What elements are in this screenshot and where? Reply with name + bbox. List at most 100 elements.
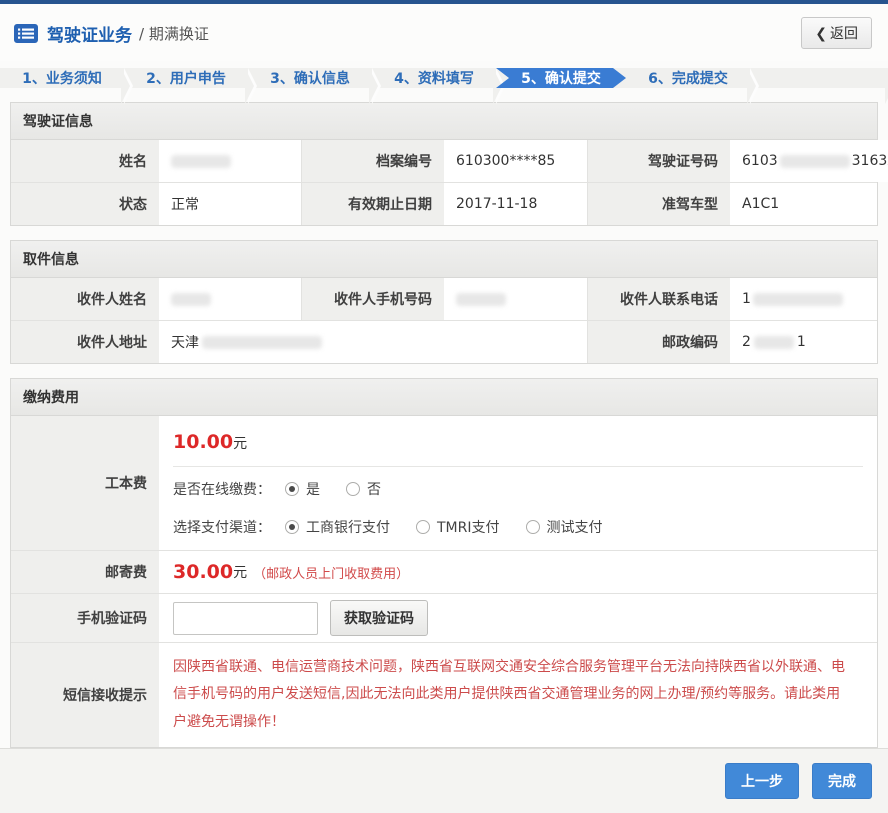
radio-icon — [346, 482, 360, 496]
step-tabs: 1、业务须知 2、用户申告 3、确认信息 4、资料填写 5、确认提交 6、完成提… — [0, 68, 888, 88]
table-row: 收件人地址 天津 邮政编码 2 1 — [11, 320, 877, 363]
recipient-phone-value: 1 — [730, 278, 877, 320]
postage-row: 邮寄费 30.00元 （邮政人员上门收取费用） — [11, 550, 877, 593]
radio-online-pay-yes[interactable]: 是 — [285, 479, 320, 499]
vehicle-class-label: 准驾车型 — [587, 183, 730, 225]
postcode-value: 2 1 — [730, 321, 877, 363]
recipient-mobile-value — [444, 278, 587, 320]
radio-channel-test[interactable]: 测试支付 — [526, 517, 603, 537]
postcode-suffix: 1 — [797, 334, 806, 350]
license-no-prefix: 6103 — [742, 153, 778, 169]
step-tab-2[interactable]: 2、用户申告 — [124, 68, 248, 88]
pay-channel-question: 选择支付渠道： — [173, 517, 271, 537]
redacted-postcode — [754, 336, 794, 349]
postage-label: 邮寄费 — [11, 551, 159, 593]
recipient-phone-label: 收件人联系电话 — [587, 278, 730, 320]
name-label: 姓名 — [11, 140, 159, 182]
fee-amount: 10.00 — [173, 431, 233, 453]
online-pay-question: 是否在线缴费： — [173, 479, 271, 499]
step-tabs-filler — [750, 68, 888, 88]
pickup-section-title: 取件信息 — [11, 241, 877, 278]
back-button[interactable]: ❮返回 — [801, 17, 872, 49]
captcha-label: 手机验证码 — [11, 594, 159, 642]
back-button-label: 返回 — [830, 26, 858, 42]
table-row: 状态 正常 有效期止日期 2017-11-18 准驾车型 A1C1 — [11, 182, 877, 225]
redacted-license-no — [780, 155, 850, 168]
redacted-recipient-mobile — [456, 293, 506, 306]
radio-online-pay-no[interactable]: 否 — [346, 479, 381, 499]
sms-tip-area: 因陕西省联通、电信运营商技术问题，陕西省互联网交通安全综合服务管理平台无法向持陕… — [159, 643, 877, 747]
address-prefix: 天津 — [171, 332, 199, 352]
sms-tip-text: 因陕西省联通、电信运营商技术问题，陕西省互联网交通安全综合服务管理平台无法向持陕… — [173, 643, 863, 747]
recipient-name-value — [159, 278, 301, 320]
status-value: 正常 — [159, 183, 301, 225]
step-tab-5-active[interactable]: 5、确认提交 — [496, 68, 626, 88]
fee-row: 工本费 10.00元 是否在线缴费： 是 否 选择支付渠道： — [11, 416, 877, 550]
table-row: 收件人姓名 收件人手机号码 收件人联系电话 1 — [11, 278, 877, 320]
sms-tip-row: 短信接收提示 因陕西省联通、电信运营商技术问题，陕西省互联网交通安全综合服务管理… — [11, 642, 877, 747]
step-tab-1[interactable]: 1、业务须知 — [0, 68, 124, 88]
radio-channel-icbc[interactable]: 工商银行支付 — [285, 517, 390, 537]
finish-button[interactable]: 完成 — [812, 763, 872, 799]
postage-value-area: 30.00元 （邮政人员上门收取费用） — [159, 551, 877, 593]
status-label: 状态 — [11, 183, 159, 225]
address-label: 收件人地址 — [11, 321, 159, 363]
radio-icon — [416, 520, 430, 534]
step-tab-4[interactable]: 4、资料填写 — [372, 68, 496, 88]
license-no-label: 驾驶证号码 — [587, 140, 730, 182]
pickup-info-section: 取件信息 收件人姓名 收件人手机号码 收件人联系电话 1 收件人地址 天津 邮政… — [10, 240, 878, 364]
fee-amount-line: 10.00元 — [173, 416, 863, 467]
captcha-line: 获取验证码 — [173, 594, 863, 642]
radio-icon — [285, 520, 299, 534]
file-no-value: 610300****85 — [444, 140, 587, 182]
fee-unit: 元 — [233, 436, 247, 452]
radio-label: 是 — [306, 479, 320, 499]
radio-icon — [526, 520, 540, 534]
postage-unit: 元 — [233, 562, 247, 582]
back-chevron-icon: ❮ — [815, 26, 827, 42]
license-no-suffix: 3163X — [852, 153, 888, 169]
radio-channel-tmri[interactable]: TMRI支付 — [416, 517, 500, 537]
radio-label: 测试支付 — [547, 517, 603, 537]
redacted-name — [171, 155, 231, 168]
redacted-recipient-name — [171, 293, 211, 306]
file-no-label: 档案编号 — [301, 140, 444, 182]
breadcrumb: / 期满换证 — [139, 23, 209, 44]
postage-amount: 30.00 — [173, 561, 233, 583]
vehicle-class-value: A1C1 — [730, 183, 877, 225]
recipient-phone-prefix: 1 — [742, 291, 751, 307]
radio-label: TMRI支付 — [437, 517, 500, 537]
recipient-name-label: 收件人姓名 — [11, 278, 159, 320]
radio-label: 否 — [367, 479, 381, 499]
page-title: 驾驶证业务 — [47, 21, 132, 46]
sms-tip-label: 短信接收提示 — [11, 643, 159, 747]
captcha-row: 手机验证码 获取验证码 — [11, 593, 877, 642]
step-tab-6[interactable]: 6、完成提交 — [626, 68, 750, 88]
name-value — [159, 140, 301, 182]
redacted-address — [202, 336, 322, 349]
fee-label: 工本费 — [11, 416, 159, 550]
recipient-mobile-label: 收件人手机号码 — [301, 278, 444, 320]
license-section-title: 驾驶证信息 — [11, 103, 877, 140]
page-header: 驾驶证业务 / 期满换证 ❮返回 — [0, 4, 888, 61]
postcode-label: 邮政编码 — [587, 321, 730, 363]
footer-action-bar: 上一步 完成 — [0, 748, 888, 813]
radio-label: 工商银行支付 — [306, 517, 390, 537]
table-row: 姓名 档案编号 610300****85 驾驶证号码 6103 3163X — [11, 140, 877, 182]
previous-step-button[interactable]: 上一步 — [725, 763, 799, 799]
online-pay-line: 是否在线缴费： 是 否 — [173, 467, 863, 508]
radio-icon — [285, 482, 299, 496]
captcha-value-area: 获取验证码 — [159, 594, 877, 642]
captcha-input[interactable] — [173, 602, 318, 635]
license-no-value: 6103 3163X — [730, 140, 888, 182]
address-value: 天津 — [159, 321, 587, 363]
postcode-prefix: 2 — [742, 334, 751, 350]
postage-amount-line: 30.00元 （邮政人员上门收取费用） — [173, 551, 863, 593]
step-tab-3[interactable]: 3、确认信息 — [248, 68, 372, 88]
pay-channel-line: 选择支付渠道： 工商银行支付 TMRI支付 测试支付 — [173, 508, 863, 550]
expiry-label: 有效期止日期 — [301, 183, 444, 225]
redacted-recipient-phone — [753, 293, 843, 306]
payment-section-title: 缴纳费用 — [11, 379, 877, 416]
license-info-section: 驾驶证信息 姓名 档案编号 610300****85 驾驶证号码 6103 31… — [10, 102, 878, 226]
get-captcha-button[interactable]: 获取验证码 — [330, 600, 428, 636]
